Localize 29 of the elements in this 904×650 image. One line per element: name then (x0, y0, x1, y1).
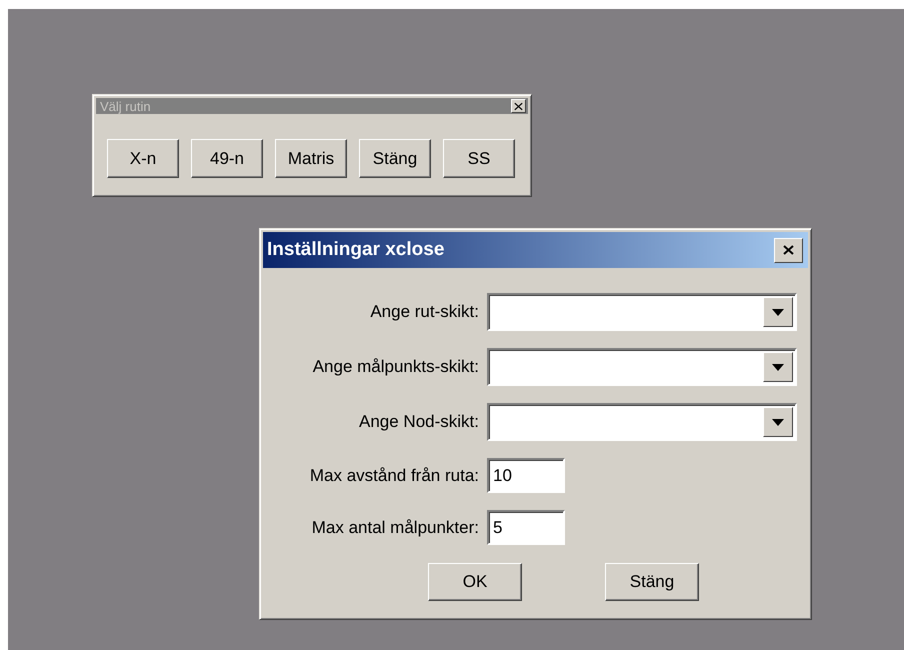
field-label: Ange målpunkts-skikt: (312, 357, 479, 377)
dropdown-button[interactable] (763, 407, 793, 437)
routine-button[interactable]: Stäng (359, 139, 431, 178)
field-label: Max avstånd från ruta: (310, 466, 479, 486)
dropdown-field[interactable] (487, 293, 797, 331)
dropdown-field[interactable] (487, 403, 797, 441)
field-label: Max antal målpunkter: (312, 518, 479, 538)
dropdown-field[interactable] (487, 348, 797, 386)
routine-button[interactable]: SS (443, 139, 515, 178)
caret-icon (772, 308, 784, 316)
routine-button[interactable]: Matris (275, 139, 347, 178)
caret-icon (772, 418, 784, 426)
dropdown-button[interactable] (763, 297, 793, 327)
routine-button[interactable]: X-n (107, 139, 179, 178)
field-label: Ange rut-skikt: (370, 302, 479, 322)
close-icon (514, 102, 523, 110)
close-button[interactable] (774, 238, 803, 262)
input-field[interactable]: 10 (487, 458, 565, 493)
caret-icon (772, 364, 784, 370)
window-title: Välj rutin (100, 98, 151, 114)
input-field[interactable]: 5 (487, 510, 565, 545)
routine-button[interactable]: 49-n (191, 139, 263, 178)
window-title: Inställningar xclose (267, 239, 444, 261)
close-icon (783, 245, 794, 255)
dialog-button[interactable]: OK (428, 563, 522, 601)
dropdown-button[interactable] (763, 352, 793, 382)
dialog-button[interactable]: Stäng (605, 563, 699, 601)
field-label: Ange Nod-skikt: (359, 412, 479, 432)
close-button[interactable] (511, 99, 526, 113)
